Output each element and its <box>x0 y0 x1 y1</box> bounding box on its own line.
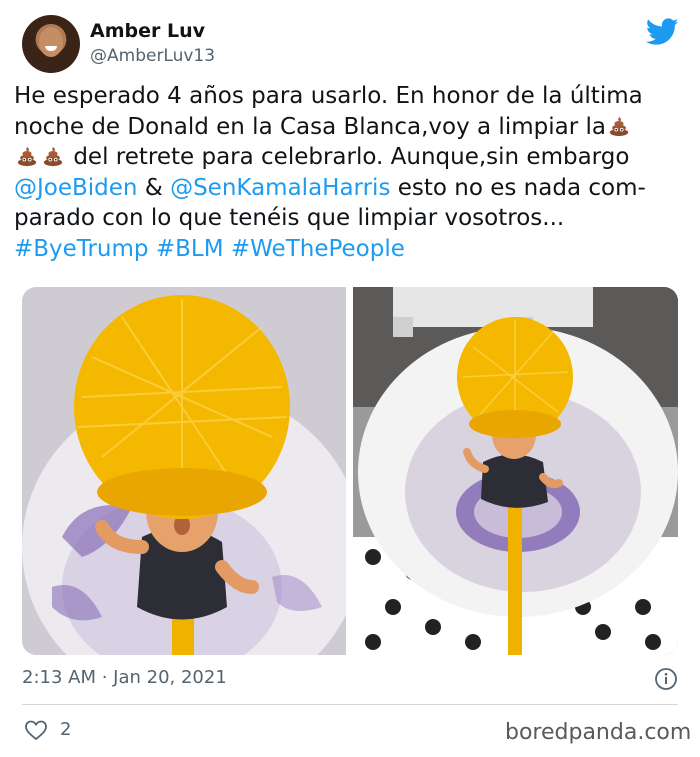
tweet-text-line: @JoeBiden & @SenKamalaHarris esto no es … <box>14 174 646 201</box>
avatar[interactable] <box>22 15 80 73</box>
hashtag-blm[interactable]: #BLM <box>156 236 224 262</box>
twitter-bird-icon[interactable] <box>646 18 679 46</box>
pile-of-poo-icon <box>16 145 38 167</box>
tweet-text-line: noche de Donald en la Casa Blanca,voy a … <box>14 112 694 143</box>
tweet-media <box>22 287 678 655</box>
heart-icon[interactable] <box>24 718 48 742</box>
pile-of-poo-icon <box>42 145 64 167</box>
divider <box>22 704 678 705</box>
author-display-name[interactable]: Amber Luv <box>90 20 205 42</box>
hashtag-wethepeople[interactable]: #WeThePeople <box>231 236 405 262</box>
info-icon[interactable] <box>654 667 678 691</box>
tweet-text: He esperado 4 años para usarlo. En honor… <box>14 81 694 265</box>
photo-toilet-brush-in-bowl[interactable] <box>353 287 678 655</box>
tweet-timestamp[interactable]: 2:13 AM · Jan 20, 2021 <box>22 667 227 688</box>
author-handle[interactable]: @AmberLuv13 <box>90 46 215 66</box>
tweet-text-line: parado con lo que tenéis que limpiar vos… <box>14 205 565 232</box>
like-count: 2 <box>60 719 72 740</box>
mention-senkamalaharris[interactable]: @SenKamalaHarris <box>170 175 390 201</box>
tweet-text-line: He esperado 4 años para usarlo. En honor… <box>14 83 643 109</box>
tweet-text-line: del retrete para celebrarlo. Aunque,sin … <box>14 142 694 173</box>
mention-joebiden[interactable]: @JoeBiden <box>14 175 138 201</box>
hashtag-row: #ByeTrump #BLM #WeThePeople <box>14 234 694 265</box>
hashtag-byetrump[interactable]: #ByeTrump <box>14 236 149 262</box>
tweet-card: Amber Luv @AmberLuv13 He esperado 4 años… <box>0 0 700 757</box>
boredpanda-watermark: boredpanda.com <box>505 720 692 745</box>
pile-of-poo-icon <box>608 115 630 137</box>
photo-toilet-brush-closeup[interactable] <box>22 287 346 655</box>
